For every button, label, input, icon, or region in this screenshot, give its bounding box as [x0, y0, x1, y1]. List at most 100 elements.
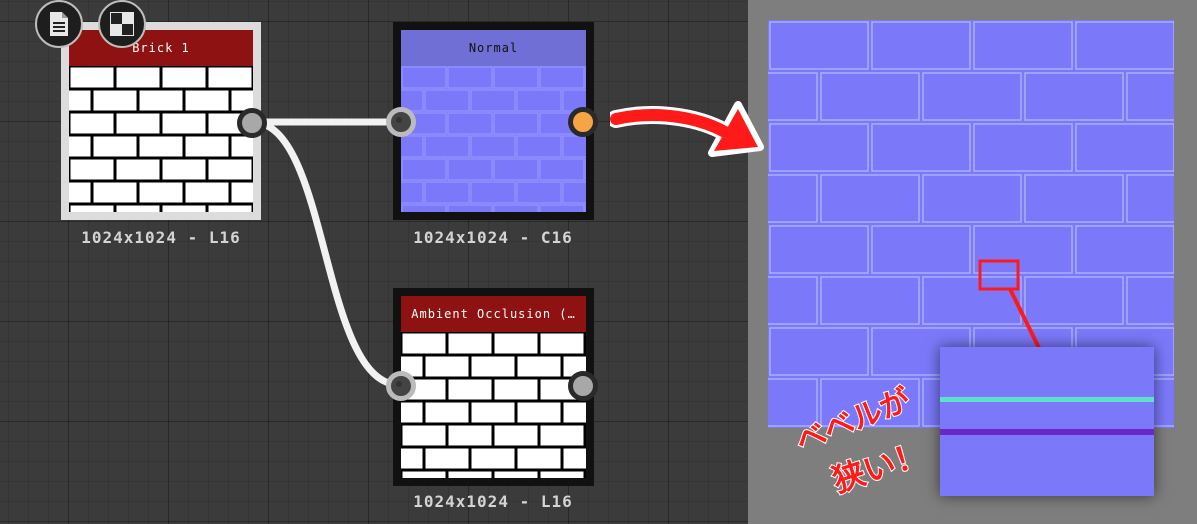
brick-tile — [494, 471, 538, 478]
brick-tile — [517, 448, 561, 469]
brick-tile — [185, 90, 229, 111]
zoomed-bevel-inset — [940, 347, 1154, 496]
brick-tile — [401, 181, 424, 204]
brick-tile — [424, 89, 470, 112]
brick-tile — [401, 158, 447, 181]
brick-tile — [1075, 21, 1174, 70]
brick-tile — [494, 379, 538, 400]
brick-tile — [425, 402, 469, 423]
brick-tile — [871, 123, 971, 172]
brick-tile — [139, 136, 183, 157]
brick-tile — [447, 204, 493, 212]
brick-tile — [448, 471, 492, 478]
brick-tile — [162, 159, 206, 180]
brick-tile — [562, 181, 586, 204]
ambient-occlusion-node[interactable]: Ambient Occlusion (… — [393, 288, 594, 486]
brick-tile — [185, 182, 229, 203]
brick-tile — [493, 204, 539, 212]
brick-tile — [401, 66, 447, 89]
brick-tile — [871, 21, 971, 70]
brick-tile — [1075, 225, 1174, 274]
normal-node[interactable]: Normal — [393, 22, 594, 220]
brick-tile — [471, 448, 515, 469]
ao-input-port[interactable] — [386, 371, 416, 401]
brick-tile — [562, 135, 586, 158]
brick-tile — [231, 182, 253, 203]
brick-tile — [471, 356, 515, 377]
brick-tile — [70, 113, 114, 134]
brick-tile — [493, 158, 539, 181]
brick-tile — [162, 205, 206, 212]
brick-tile — [973, 123, 1073, 172]
brick-tile — [401, 135, 424, 158]
checker-pattern-icon — [110, 12, 134, 36]
brick-tile — [402, 425, 446, 446]
brick-tile — [401, 448, 423, 469]
brick-tile — [93, 90, 137, 111]
checker-button[interactable] — [98, 0, 146, 48]
brick-tile — [424, 135, 470, 158]
brick-tile — [139, 90, 183, 111]
brick-tile — [116, 113, 160, 134]
brick-tile — [69, 136, 91, 157]
brick-tile — [401, 402, 423, 423]
brick-tile — [820, 174, 920, 223]
brick-tile — [448, 425, 492, 446]
brick-node[interactable]: Brick 1 — [61, 22, 261, 220]
brick-tile — [402, 333, 446, 354]
brick-tile — [116, 67, 160, 88]
brick-tile — [1126, 72, 1174, 121]
brick-tile — [820, 72, 920, 121]
ao-node-resolution: 1024x1024 - L16 — [413, 492, 573, 511]
brick-tile — [470, 135, 516, 158]
normal-node-thumbnail — [401, 66, 586, 212]
brick-tile — [922, 72, 1022, 121]
brick-tile — [540, 425, 584, 446]
ao-node-thumbnail — [401, 332, 586, 478]
brick-tile — [402, 471, 446, 478]
brick-tile — [1126, 276, 1174, 325]
brick-tile — [424, 181, 470, 204]
brick-tile — [768, 174, 818, 223]
brick-tile — [516, 135, 562, 158]
brick-tile — [820, 276, 920, 325]
brick-tile — [208, 205, 252, 212]
brick-tile — [563, 448, 586, 469]
ao-output-port[interactable] — [568, 371, 598, 401]
brick-tile — [425, 356, 469, 377]
brick-tile — [494, 425, 538, 446]
brick-tile — [769, 21, 869, 70]
brick-tile — [493, 66, 539, 89]
brick-tile — [540, 471, 584, 478]
brick-tile — [1126, 174, 1174, 223]
brick-tile — [563, 402, 586, 423]
normal-input-port[interactable] — [386, 107, 416, 137]
brick-tile — [231, 136, 253, 157]
brick-tile — [139, 182, 183, 203]
red-arrow — [610, 101, 764, 157]
wire-brick-to-ao — [251, 118, 401, 389]
brick-tile — [185, 136, 229, 157]
normal-node-title: Normal — [401, 30, 586, 66]
brick-tile — [447, 112, 493, 135]
brick-tile — [494, 333, 538, 354]
brick-tile — [517, 356, 561, 377]
ao-node-title: Ambient Occlusion (… — [401, 296, 586, 332]
brick-tile — [769, 123, 869, 172]
brick-tile — [70, 205, 114, 212]
brick-tile — [70, 67, 114, 88]
brick-node-resolution: 1024x1024 - L16 — [81, 228, 241, 247]
document-button[interactable] — [35, 0, 83, 48]
brick-tile — [69, 182, 91, 203]
brick-tile — [871, 225, 971, 274]
normal-node-resolution: 1024x1024 - C16 — [413, 228, 573, 247]
normal-output-port[interactable] — [568, 107, 598, 137]
brick-tile — [540, 333, 584, 354]
brick-tile — [973, 21, 1073, 70]
brick-tile — [448, 379, 492, 400]
brick-tile — [447, 158, 493, 181]
brick-tile — [448, 333, 492, 354]
brick-tile — [769, 327, 869, 376]
brick-output-port[interactable] — [237, 108, 267, 138]
brick-tile — [447, 66, 493, 89]
